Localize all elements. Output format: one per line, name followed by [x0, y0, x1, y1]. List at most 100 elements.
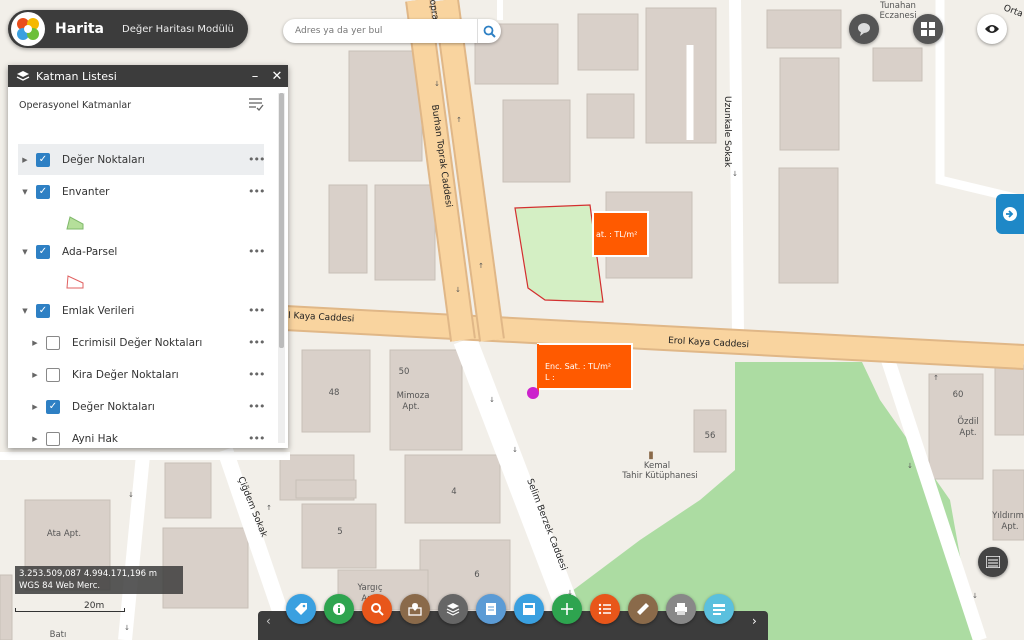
search-input[interactable]: [293, 25, 478, 37]
more-options-icon[interactable]: •••: [248, 185, 265, 198]
bati-label: Batı: [50, 630, 67, 640]
map-pin-button[interactable]: [400, 594, 430, 624]
form-button[interactable]: [704, 594, 734, 624]
ruler-button[interactable]: [628, 594, 658, 624]
layer-row[interactable]: ▶ Kira Değer Noktaları •••: [18, 359, 265, 390]
layer-options-icon[interactable]: [248, 97, 264, 111]
collapse-arrow-icon[interactable]: ▼: [18, 307, 32, 315]
print-button[interactable]: [666, 594, 696, 624]
collapse-arrow-icon[interactable]: ▼: [18, 248, 32, 256]
print-icon: [675, 603, 687, 615]
layer-checkbox[interactable]: [46, 335, 60, 350]
layer-checkbox[interactable]: ✓: [36, 152, 50, 167]
list-icon: [598, 603, 611, 615]
toolbar-prev-icon[interactable]: ‹: [266, 614, 271, 628]
minimize-button[interactable]: –: [244, 69, 266, 84]
kemal-label: Kemal: [644, 461, 670, 471]
more-options-icon[interactable]: •••: [248, 245, 265, 258]
oneway-arrow-icon: ↓: [732, 170, 738, 178]
document-icon: [486, 603, 496, 615]
expand-arrow-icon[interactable]: ▶: [18, 156, 32, 164]
mimoza-label-2: Apt.: [402, 402, 419, 412]
house-number: 6: [474, 570, 479, 580]
layer-row[interactable]: ▶ Ayni Hak •••: [18, 423, 265, 448]
app-title: Harita: [55, 21, 105, 37]
oneway-arrow-icon: ↓: [124, 624, 130, 632]
scrollbar-thumb[interactable]: [279, 93, 284, 348]
layer-checkbox[interactable]: ✓: [46, 399, 60, 414]
search-button[interactable]: [477, 19, 501, 43]
grid-icon: [921, 22, 935, 36]
library-icon: ▮: [648, 450, 654, 461]
layer-checkbox[interactable]: ✓: [36, 184, 50, 199]
coordinate-xy: 3.253.509,087 4.994.171,196 m: [19, 569, 158, 579]
coordinate-readout[interactable]: 3.253.509,087 4.994.171,196 m WGS 84 Web…: [15, 566, 183, 594]
layer-checkbox[interactable]: [46, 367, 60, 382]
layer-checkbox[interactable]: ✓: [36, 244, 50, 259]
oneway-arrow-icon: ↓: [434, 80, 440, 88]
layer-row[interactable]: ▶ Ecrimisil Değer Noktaları •••: [18, 327, 265, 358]
more-options-icon[interactable]: •••: [248, 432, 265, 445]
visibility-button[interactable]: [977, 14, 1007, 44]
measure-button[interactable]: [552, 594, 582, 624]
panel-scrollbar[interactable]: [278, 93, 285, 443]
ata-label: Ata Apt.: [47, 529, 81, 539]
layer-row[interactable]: ▶ ✓ Değer Noktaları •••: [18, 144, 265, 175]
coordinate-projection: WGS 84 Web Merc.: [19, 581, 101, 591]
close-button[interactable]: ✕: [266, 69, 288, 84]
layer-label: Kira Değer Noktaları: [72, 368, 179, 381]
info-button[interactable]: [324, 594, 354, 624]
panel-title: Katman Listesi: [36, 69, 117, 83]
expand-arrow-icon[interactable]: ▶: [28, 403, 42, 411]
list-button[interactable]: [590, 594, 620, 624]
more-options-icon[interactable]: •••: [248, 153, 265, 166]
search-icon: [483, 25, 496, 38]
scale-bar: [15, 608, 125, 612]
apps-button[interactable]: [913, 14, 943, 44]
document-button[interactable]: [476, 594, 506, 624]
expand-arrow-icon[interactable]: ▶: [28, 435, 42, 443]
toolbar-next-icon[interactable]: ›: [752, 614, 757, 628]
layer-row[interactable]: ▶ ✓ Değer Noktaları •••: [18, 391, 265, 422]
more-options-icon[interactable]: •••: [248, 368, 265, 381]
oneway-arrow-icon: ↓: [512, 446, 518, 454]
table-button[interactable]: [514, 594, 544, 624]
layers-button[interactable]: [438, 594, 468, 624]
oneway-arrow-icon: ↓: [489, 396, 495, 404]
more-options-icon[interactable]: •••: [248, 304, 265, 317]
panel-body: Operasyonel Katmanlar ▶ ✓ Değer Noktalar…: [8, 87, 288, 448]
attribute-table-button[interactable]: [978, 547, 1008, 577]
layer-row[interactable]: ▼ ✓ Ada-Parsel •••: [18, 236, 265, 267]
oneway-arrow-icon: ↑: [933, 374, 939, 382]
ada-parsel-legend-swatch: [66, 275, 84, 289]
layer-checkbox[interactable]: [46, 431, 60, 446]
value-popup-parcel[interactable]: at. : TL/m²: [592, 211, 649, 257]
envanter-legend-swatch: [66, 216, 84, 230]
mimoza-label: Mimoza: [397, 391, 430, 401]
value-point-marker[interactable]: [527, 387, 539, 399]
layer-row[interactable]: ▼ ✓ Envanter •••: [18, 176, 265, 207]
app-logo: [11, 12, 45, 46]
layer-checkbox[interactable]: ✓: [36, 303, 50, 318]
popup-parcel-text: at. : TL/m²: [596, 230, 637, 239]
arrow-right-circle-icon: [1003, 207, 1017, 221]
info-icon: [333, 603, 345, 615]
expand-arrow-icon[interactable]: ▶: [28, 339, 42, 347]
layers-icon: [446, 603, 460, 616]
layer-row[interactable]: ▼ ✓ Emlak Verileri •••: [18, 295, 265, 326]
ozdil-label-2: Apt.: [959, 428, 976, 438]
value-popup-point[interactable]: Enc. Sat. : TL/m² L :: [537, 343, 633, 392]
form-icon: [713, 604, 725, 615]
more-options-icon[interactable]: •••: [248, 400, 265, 413]
collapse-arrow-icon[interactable]: ▼: [18, 188, 32, 196]
expand-arrow-icon[interactable]: ▶: [28, 371, 42, 379]
basemap-button[interactable]: [849, 14, 879, 44]
layer-label: Envanter: [62, 185, 110, 198]
more-options-icon[interactable]: •••: [248, 336, 265, 349]
tag-button[interactable]: [286, 594, 316, 624]
search-location-button[interactable]: [362, 594, 392, 624]
layer-list-panel: Katman Listesi – ✕ Operasyonel Katmanlar…: [8, 65, 288, 448]
side-panel-toggle[interactable]: [996, 194, 1024, 234]
eye-icon: [985, 25, 999, 33]
house-number: 48: [329, 388, 340, 398]
